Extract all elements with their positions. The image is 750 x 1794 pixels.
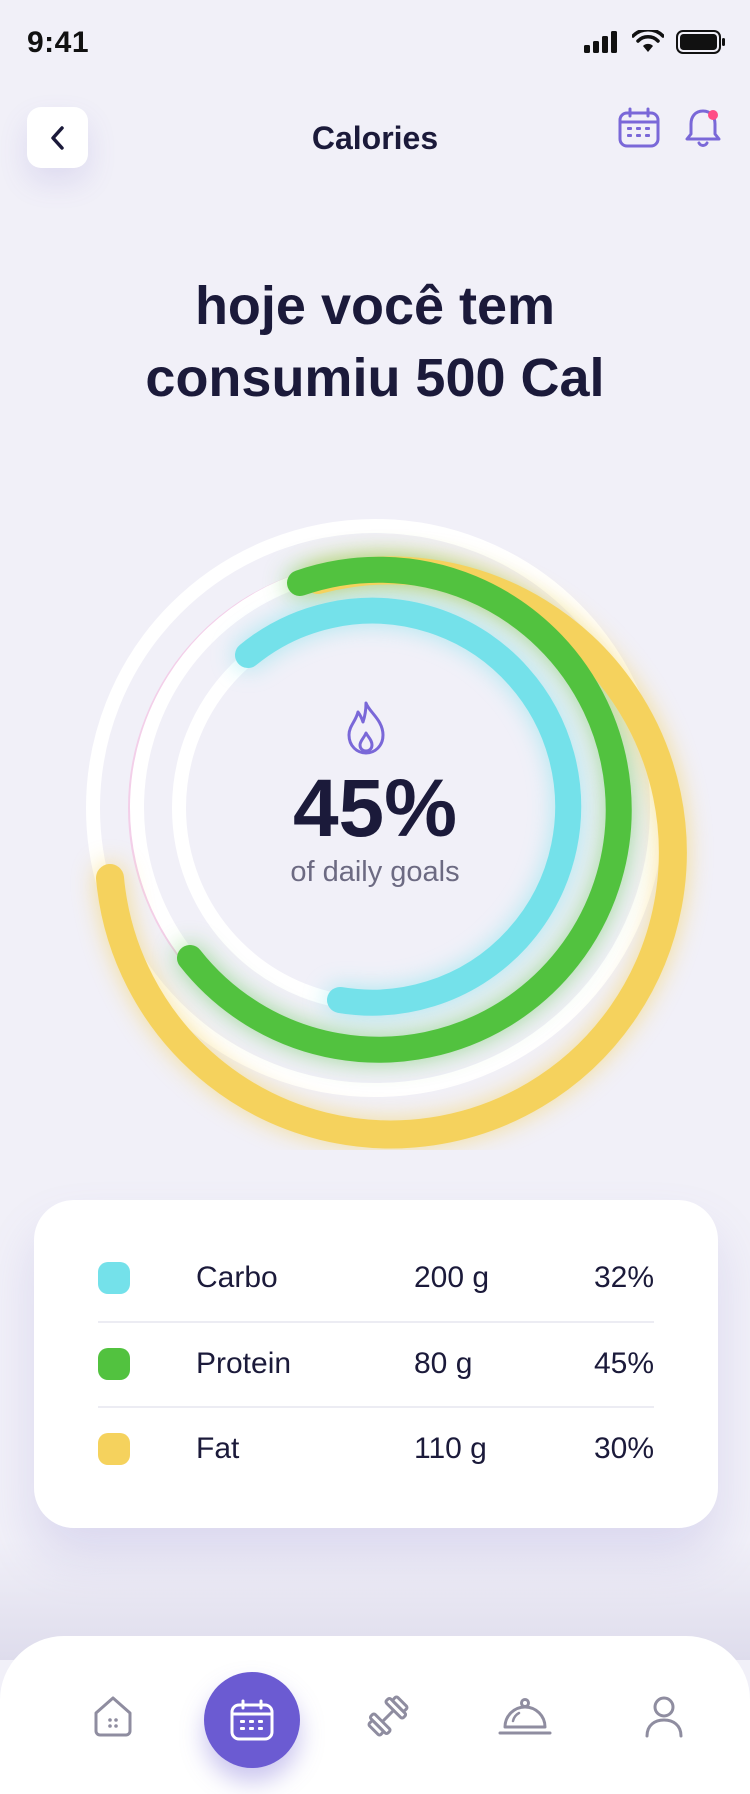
calendar-icon: [618, 107, 660, 148]
calorie-rings: 45% of daily goals: [0, 500, 750, 1150]
wifi-icon: [632, 30, 664, 52]
macro-name: Protein: [196, 1347, 292, 1380]
fat-color-dot: [98, 1433, 130, 1465]
status-bar: 9:41: [0, 0, 750, 84]
macro-percent: 30%: [593, 1432, 654, 1465]
macro-row-fat[interactable]: Fat 110 g 30%: [98, 1406, 654, 1492]
signal-icon: [584, 31, 617, 53]
header-actions: [617, 106, 725, 150]
headline: hoje você tem consumiu 500 Cal: [60, 270, 690, 414]
profile-icon: [645, 1696, 683, 1738]
headline-line-2: consumiu 500 Cal: [145, 348, 605, 408]
tab-bar: [0, 1636, 750, 1794]
tab-workout[interactable]: [350, 1678, 426, 1754]
dumbbell-icon: [367, 1695, 409, 1737]
macro-row-carbo[interactable]: Carbo 200 g 32%: [98, 1235, 654, 1321]
food-cloche-icon: [498, 1698, 552, 1735]
calendar-icon: [230, 1699, 274, 1741]
tab-meals[interactable]: [487, 1678, 563, 1754]
home-icon: [94, 1696, 132, 1737]
macro-name: Fat: [196, 1432, 240, 1465]
macro-amount: 80 g: [414, 1347, 473, 1380]
macro-amount: 110 g: [414, 1432, 487, 1465]
daily-goal-label: of daily goals: [290, 856, 460, 888]
battery-icon: [676, 30, 725, 54]
tab-profile[interactable]: [626, 1678, 702, 1754]
protein-color-dot: [98, 1348, 130, 1380]
macro-percent: 32%: [593, 1261, 654, 1294]
macro-percent: 45%: [593, 1347, 654, 1380]
carbo-color-dot: [98, 1262, 130, 1294]
calendar-button[interactable]: [617, 106, 661, 150]
macros-card: Carbo 200 g 32% Protein 80 g 45% Fat 110…: [34, 1200, 718, 1528]
bell-icon: [685, 109, 721, 147]
macro-amount: 200 g: [414, 1261, 490, 1294]
status-time: 9:41: [27, 26, 90, 59]
header: Calories: [0, 100, 750, 180]
macro-row-protein[interactable]: Protein 80 g 45%: [98, 1321, 654, 1407]
daily-goal-percent: 45%: [292, 763, 458, 854]
status-icons: [584, 30, 726, 54]
flame-icon: [347, 701, 385, 755]
tab-calendar[interactable]: [204, 1672, 300, 1768]
macro-name: Carbo: [196, 1261, 278, 1294]
notification-button[interactable]: [681, 106, 725, 150]
tab-home[interactable]: [75, 1678, 151, 1754]
headline-line-1: hoje você tem: [194, 276, 556, 336]
